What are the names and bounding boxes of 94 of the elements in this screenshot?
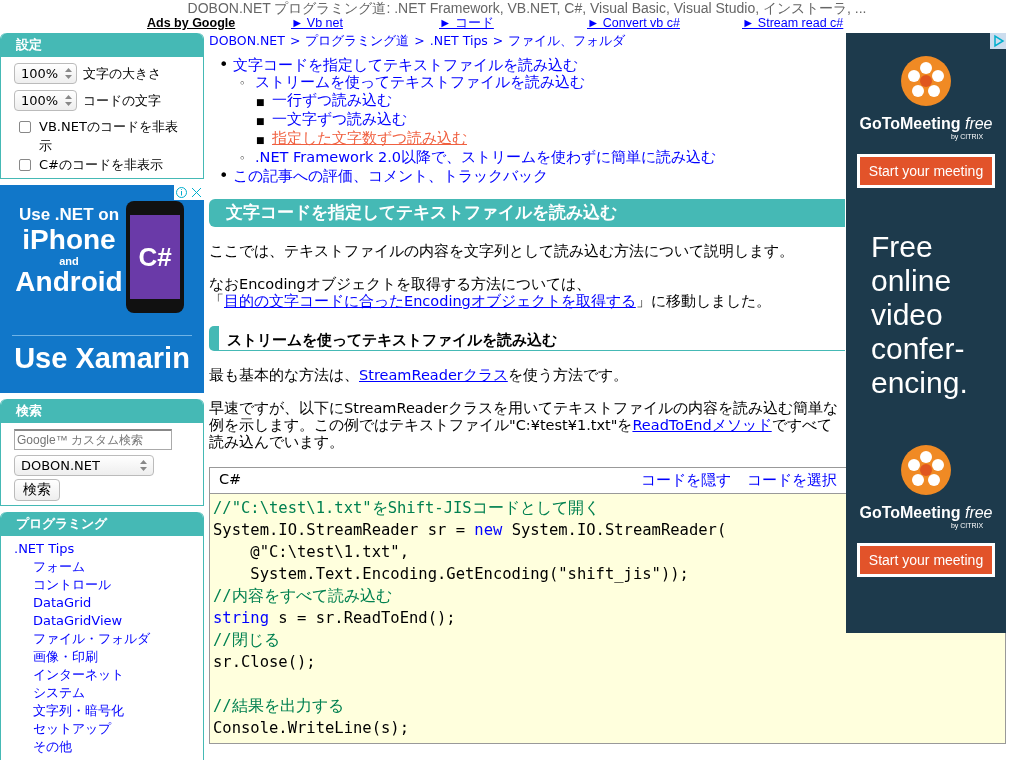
start-meeting-button[interactable]: Start your meeting — [856, 543, 996, 577]
nav-link[interactable]: フォーム — [14, 558, 190, 576]
toc-link[interactable]: .NET Framework 2.0以降で、ストリームを使わずに簡単に読み込む — [255, 149, 717, 165]
ad-link[interactable]: ► Stream read c# — [742, 16, 890, 31]
nav-link[interactable]: その他 — [14, 738, 190, 756]
breadcrumb-link[interactable]: ファイル、フォルダ — [508, 33, 626, 49]
bullet-marker: ◦ — [239, 76, 247, 92]
bullet-marker: • — [219, 56, 230, 73]
start-meeting-button[interactable]: Start your meeting — [856, 154, 996, 188]
bullet-marker: ◦ — [239, 151, 247, 167]
code-line: sr.Close(); — [213, 652, 316, 673]
article-link[interactable]: StreamReaderクラス — [359, 367, 508, 383]
nav-link[interactable]: .NET Tips — [14, 540, 190, 558]
checkbox[interactable] — [19, 159, 31, 171]
page-title: DOBON.NET プログラミング道: .NET Framework, VB.NET, C#, Visual Basic, Visual Studio, インストーラ, ... — [186, 0, 868, 16]
breadcrumb-link[interactable]: .NET Tips — [429, 33, 488, 49]
nav-link[interactable]: コントロール — [14, 576, 190, 594]
ad-choices-icon[interactable] — [990, 33, 1006, 49]
ad-link[interactable]: ► Convert vb c# — [587, 16, 742, 31]
nav-link[interactable]: DataGrid — [14, 594, 190, 612]
setting-label: コードの文字 — [83, 91, 162, 110]
search-field[interactable]: Google™ カスタム検索 — [14, 429, 172, 450]
code-line: @"C:\test\1.txt", — [249, 542, 409, 563]
panel-header: プログラミング — [1, 512, 203, 536]
paragraph: 最も基本的な方法は、StreamReaderクラス を使う方法です。 — [209, 367, 629, 384]
code-line: //内容をすべて読み込む — [213, 586, 392, 607]
panel-header: 設定 — [1, 33, 203, 57]
ads-label[interactable]: Ads by Google — [147, 16, 291, 31]
nav-link[interactable]: システム — [14, 684, 190, 702]
code-action-link[interactable]: コードを隠す — [641, 471, 731, 490]
bullet-marker: ■ — [256, 115, 266, 128]
ad-headline: online — [871, 264, 953, 298]
ad-text: and — [58, 255, 80, 267]
search-button[interactable]: 検索 — [14, 479, 60, 501]
paragraph: なおEncodingオブジェクトを取得する方法については、「目的の文字コードに合ったEncodingオブジェクトを取得する」に移動しました。 — [209, 276, 772, 310]
toc-link[interactable]: 一行ずつ読み込む — [272, 92, 392, 108]
nav-link[interactable]: インターネット — [14, 666, 190, 684]
nav-link[interactable]: 文字列・暗号化 — [14, 702, 190, 720]
nav-link[interactable]: ファイル・フォルダ — [14, 630, 190, 648]
setting-label: 文字の大きさ — [83, 64, 162, 83]
spinner-arrows-icon — [140, 460, 147, 471]
nav-link[interactable]: 画像・印刷 — [14, 648, 190, 666]
ad-headline: encing. — [871, 366, 968, 400]
breadcrumb-separator: > — [289, 33, 301, 49]
breadcrumb-link[interactable]: プログラミング道 — [305, 33, 410, 49]
paragraph: 早速ですが、以下にStreamReaderクラスを用いてテキストファイルの内容を読み込む簡単な例を示します。この例ではテキストファイル"C:¥test¥1.txt"を ReadToEndメソッド ですべて読み込んでいます。 — [209, 400, 839, 451]
breadcrumb-separator: > — [492, 33, 504, 49]
flower-logo-icon — [900, 444, 952, 496]
code-line: System.Text.Encoding.GetEncoding("shift_jis")); — [249, 564, 689, 585]
bullet-marker: ■ — [256, 96, 266, 109]
ad-text: Use Xamarin — [12, 335, 192, 393]
scope-dropdown[interactable]: DOBON.NET — [14, 455, 154, 476]
ad-brand: GoToMeeting free — [859, 504, 993, 522]
panel-header: 検索 — [1, 399, 203, 423]
checkbox[interactable] — [19, 121, 31, 133]
spinner-arrows-icon — [65, 95, 73, 106]
breadcrumb-separator: > — [414, 33, 425, 49]
checkbox-label: VB.NETのコードを非表示 — [39, 118, 179, 155]
spinner-arrows-icon — [65, 68, 73, 79]
ad-text: Use .NET on — [17, 205, 121, 225]
ad-link[interactable]: ► コード — [439, 16, 587, 31]
ad-text: iPhone — [21, 225, 117, 255]
code-action-link[interactable]: コードを選択 — [747, 471, 837, 490]
ad-headline: video — [871, 298, 944, 332]
flower-logo-icon — [900, 55, 952, 107]
nav-link[interactable]: DataGridView — [14, 612, 190, 630]
code-line: Console.WriteLine(s); — [213, 718, 409, 739]
ad-text: Android — [14, 267, 124, 297]
ad-headline: Free — [871, 230, 934, 264]
code-line: System.IO.StreamReader sr = new System.IO.StreamReader( — [213, 520, 727, 541]
toc-link[interactable]: ストリームを使ってテキストファイルを読み込む — [255, 74, 585, 90]
breadcrumb-link[interactable]: DOBON.NET — [209, 33, 285, 49]
article-link[interactable]: 目的の文字コードに合ったEncodingオブジェクトを取得する — [224, 293, 636, 309]
section-heading: 文字コードを指定してテキストファイルを読み込む — [209, 199, 845, 227]
ad-brand: GoToMeeting free — [859, 115, 993, 133]
code-line: //結果を出力する — [213, 696, 344, 717]
size-spinner[interactable]: 100% — [14, 63, 78, 84]
code-line: //"C:\test\1.txt"をShift-JISコードとして開く — [213, 498, 600, 519]
article-link[interactable]: ReadToEndメソッド — [632, 417, 772, 433]
size-spinner[interactable]: 100% — [14, 90, 78, 111]
toc-link[interactable]: 一文字ずつ読み込む — [272, 111, 407, 127]
toc-link[interactable]: 文字コードを指定してテキストファイルを読み込む — [233, 57, 578, 73]
toc-link[interactable]: この記事への評価、コメント、トラックバック — [233, 168, 548, 184]
nav-link[interactable]: セットアップ — [14, 720, 190, 738]
ad-headline: confer- — [871, 332, 966, 366]
checkbox-label: C#のコードを非表示 — [39, 156, 163, 174]
ad-link[interactable]: ► Vb net — [291, 16, 439, 31]
bullet-marker: • — [219, 167, 230, 184]
phone-screen-text: C# — [138, 241, 172, 273]
code-line: string s = sr.ReadToEnd(); — [213, 608, 456, 629]
code-language: C# — [219, 471, 242, 489]
code-line: //閉じる — [213, 630, 280, 651]
bullet-marker: ■ — [256, 134, 266, 147]
paragraph: ここでは、テキストファイルの内容を文字列として読み込む方法について説明します。 — [209, 243, 795, 260]
